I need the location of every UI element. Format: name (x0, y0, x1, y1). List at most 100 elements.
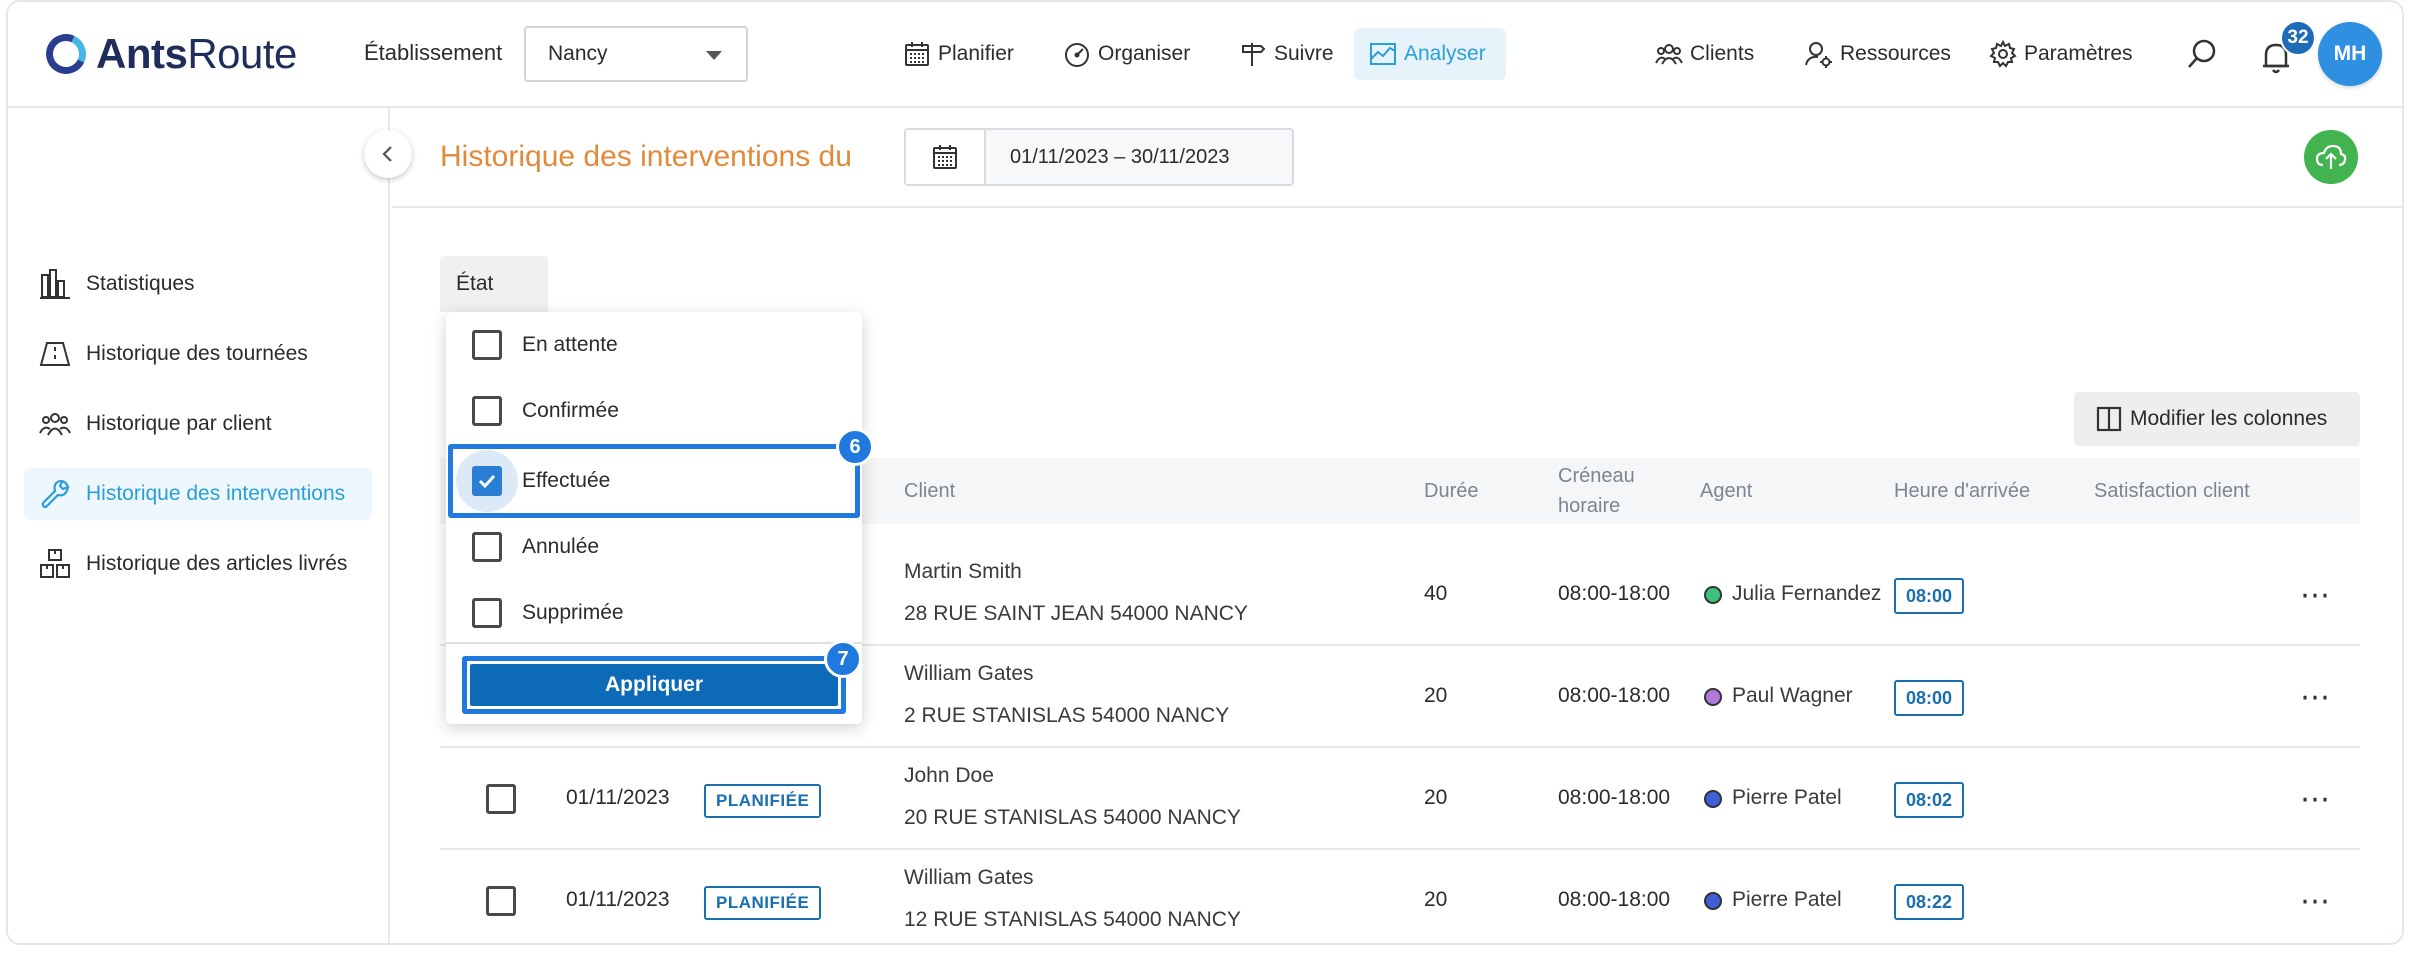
status-badge: PLANIFIÉE (704, 784, 822, 818)
row-agent: Julia Fernandez (1732, 582, 1882, 605)
sidebar-item-articles[interactable]: Historique des articles livrés (24, 538, 372, 590)
sidebar-item-label: Historique par client (86, 412, 272, 435)
row-more-button[interactable]: ⋯ (2300, 680, 2331, 715)
filter-option-confirmee[interactable]: Confirmée (446, 378, 862, 444)
nav-analyser[interactable]: Analyser (1354, 28, 1506, 80)
boxes-icon (40, 549, 70, 578)
agent-color-dot (1704, 586, 1722, 604)
logo-icon (40, 28, 92, 80)
etablissement-value: Nancy (548, 42, 608, 65)
date-range-value: 01/11/2023 – 30/11/2023 (1010, 145, 1230, 168)
checkbox[interactable] (472, 330, 502, 360)
sidebar-item-tournees[interactable]: Historique des tournées (24, 328, 372, 380)
row-creneau: 08:00-18:00 (1558, 582, 1671, 605)
row-address: 20 RUE STANISLAS 54000 NANCY (904, 806, 1241, 829)
nav-planifier[interactable]: Planifier (888, 28, 1028, 80)
people-icon (39, 413, 71, 436)
table-row[interactable]: 01/11/2023 PLANIFIÉE John Doe 20 RUE STA… (440, 748, 2360, 850)
sidebar-item-par-client[interactable]: Historique par client (24, 398, 372, 450)
row-more-button[interactable]: ⋯ (2300, 782, 2331, 817)
row-client: William Gates (904, 866, 1034, 889)
row-arrivee: 08:00 (1894, 578, 1965, 614)
col-creneau-line2: horaire (1558, 495, 1621, 517)
gauge-icon (1065, 43, 1089, 67)
search-icon[interactable] (2184, 36, 2220, 72)
nav-clients[interactable]: Clients (1640, 28, 1768, 80)
export-button[interactable] (2304, 130, 2358, 184)
date-range-picker[interactable]: 01/11/2023 – 30/11/2023 (904, 128, 1294, 186)
filter-option-supprimee[interactable]: Supprimée (446, 580, 862, 646)
checkbox[interactable] (472, 532, 502, 562)
table-row[interactable]: 01/11/2023 PLANIFIÉE William Gates 12 RU… (440, 850, 2360, 943)
nav-suivre[interactable]: Suivre (1224, 28, 1348, 80)
apply-highlight: Appliquer (462, 656, 846, 714)
filter-option-en-attente[interactable]: En attente (446, 312, 862, 378)
apply-button[interactable]: Appliquer (470, 664, 838, 706)
calendar-icon (933, 145, 957, 169)
nav-ressources[interactable]: Ressources (1790, 28, 1965, 80)
row-address: 2 RUE STANISLAS 54000 NANCY (904, 704, 1230, 727)
etablissement-select[interactable]: Nancy (524, 26, 748, 82)
top-bar: AntsRoute Établissement Nancy Planifier … (8, 2, 2402, 108)
etat-filter-dropdown: En attente Confirmée Effectuée Annulée S… (446, 312, 862, 724)
row-checkbox[interactable] (486, 886, 516, 916)
nav-ressources-label: Ressources (1840, 42, 1951, 65)
signpost-icon (1242, 43, 1266, 66)
row-creneau: 08:00-18:00 (1558, 888, 1671, 911)
checkbox[interactable] (472, 396, 502, 426)
row-more-button[interactable]: ⋯ (2300, 578, 2331, 613)
nav-organiser[interactable]: Organiser (1048, 28, 1204, 80)
row-date: 01/11/2023 (566, 888, 670, 911)
row-address: 28 RUE SAINT JEAN 54000 NANCY (904, 602, 1248, 625)
filter-option-annulee[interactable]: Annulée (446, 514, 862, 580)
sidebar-item-label: Historique des interventions (86, 482, 346, 505)
col-agent[interactable]: Agent (1700, 476, 1752, 506)
filter-option-label: Annulée (522, 535, 600, 558)
filter-option-label: Supprimée (522, 601, 624, 624)
sidebar: Statistiques Historique des tournées His… (8, 108, 390, 943)
nav-parametres[interactable]: Paramètres (1974, 28, 2147, 80)
row-duree: 40 (1424, 582, 1448, 605)
nav-parametres-label: Paramètres (2024, 42, 2133, 65)
col-arrivee[interactable]: Heure d'arrivée (1894, 476, 2030, 506)
row-client: Martin Smith (904, 560, 1022, 583)
row-client: John Doe (904, 764, 994, 787)
nav-planifier-label: Planifier (938, 42, 1014, 65)
chart-icon (1370, 43, 1396, 65)
row-duree: 20 (1424, 786, 1448, 809)
checkbox[interactable] (472, 598, 502, 628)
row-date: 01/11/2023 (566, 786, 670, 809)
col-satisfaction[interactable]: Satisfaction client (2094, 476, 2250, 506)
dropdown-divider (446, 642, 862, 644)
row-checkbox[interactable] (486, 784, 516, 814)
sidebar-item-interventions[interactable]: Historique des interventions (24, 468, 372, 520)
caret-down-icon (706, 51, 722, 60)
col-creneau[interactable]: Créneau horaire (1558, 461, 1635, 521)
page-title: Historique des interventions du (440, 140, 852, 173)
nav-organiser-label: Organiser (1098, 42, 1191, 65)
col-duree[interactable]: Durée (1424, 476, 1478, 506)
step-marker: 6 (836, 428, 874, 466)
row-arrivee: 08:02 (1894, 782, 1965, 818)
modify-columns-button[interactable]: Modifier les colonnes (2074, 392, 2360, 446)
sidebar-item-label: Historique des articles livrés (86, 552, 348, 575)
row-agent: Paul Wagner (1732, 684, 1853, 707)
row-more-button[interactable]: ⋯ (2300, 884, 2331, 919)
sidebar-collapse-button[interactable] (364, 130, 412, 178)
status-badge: PLANIFIÉE (704, 886, 822, 920)
row-creneau: 08:00-18:00 (1558, 684, 1671, 707)
step-marker: 7 (824, 640, 862, 678)
user-gear-icon (1805, 42, 1832, 68)
date-picker-button[interactable] (906, 130, 986, 184)
agent-color-dot (1704, 892, 1722, 910)
etat-filter-button[interactable]: État (440, 256, 548, 312)
sidebar-item-statistiques[interactable]: Statistiques (24, 258, 372, 310)
nav-suivre-label: Suivre (1274, 42, 1334, 65)
sidebar-item-label: Statistiques (86, 272, 195, 295)
chevron-left-icon (382, 146, 392, 162)
wrench-icon (41, 479, 70, 509)
col-client[interactable]: Client (904, 476, 955, 506)
row-client: William Gates (904, 662, 1034, 685)
avatar[interactable]: MH (2318, 22, 2382, 86)
logo[interactable]: AntsRoute (40, 28, 297, 80)
